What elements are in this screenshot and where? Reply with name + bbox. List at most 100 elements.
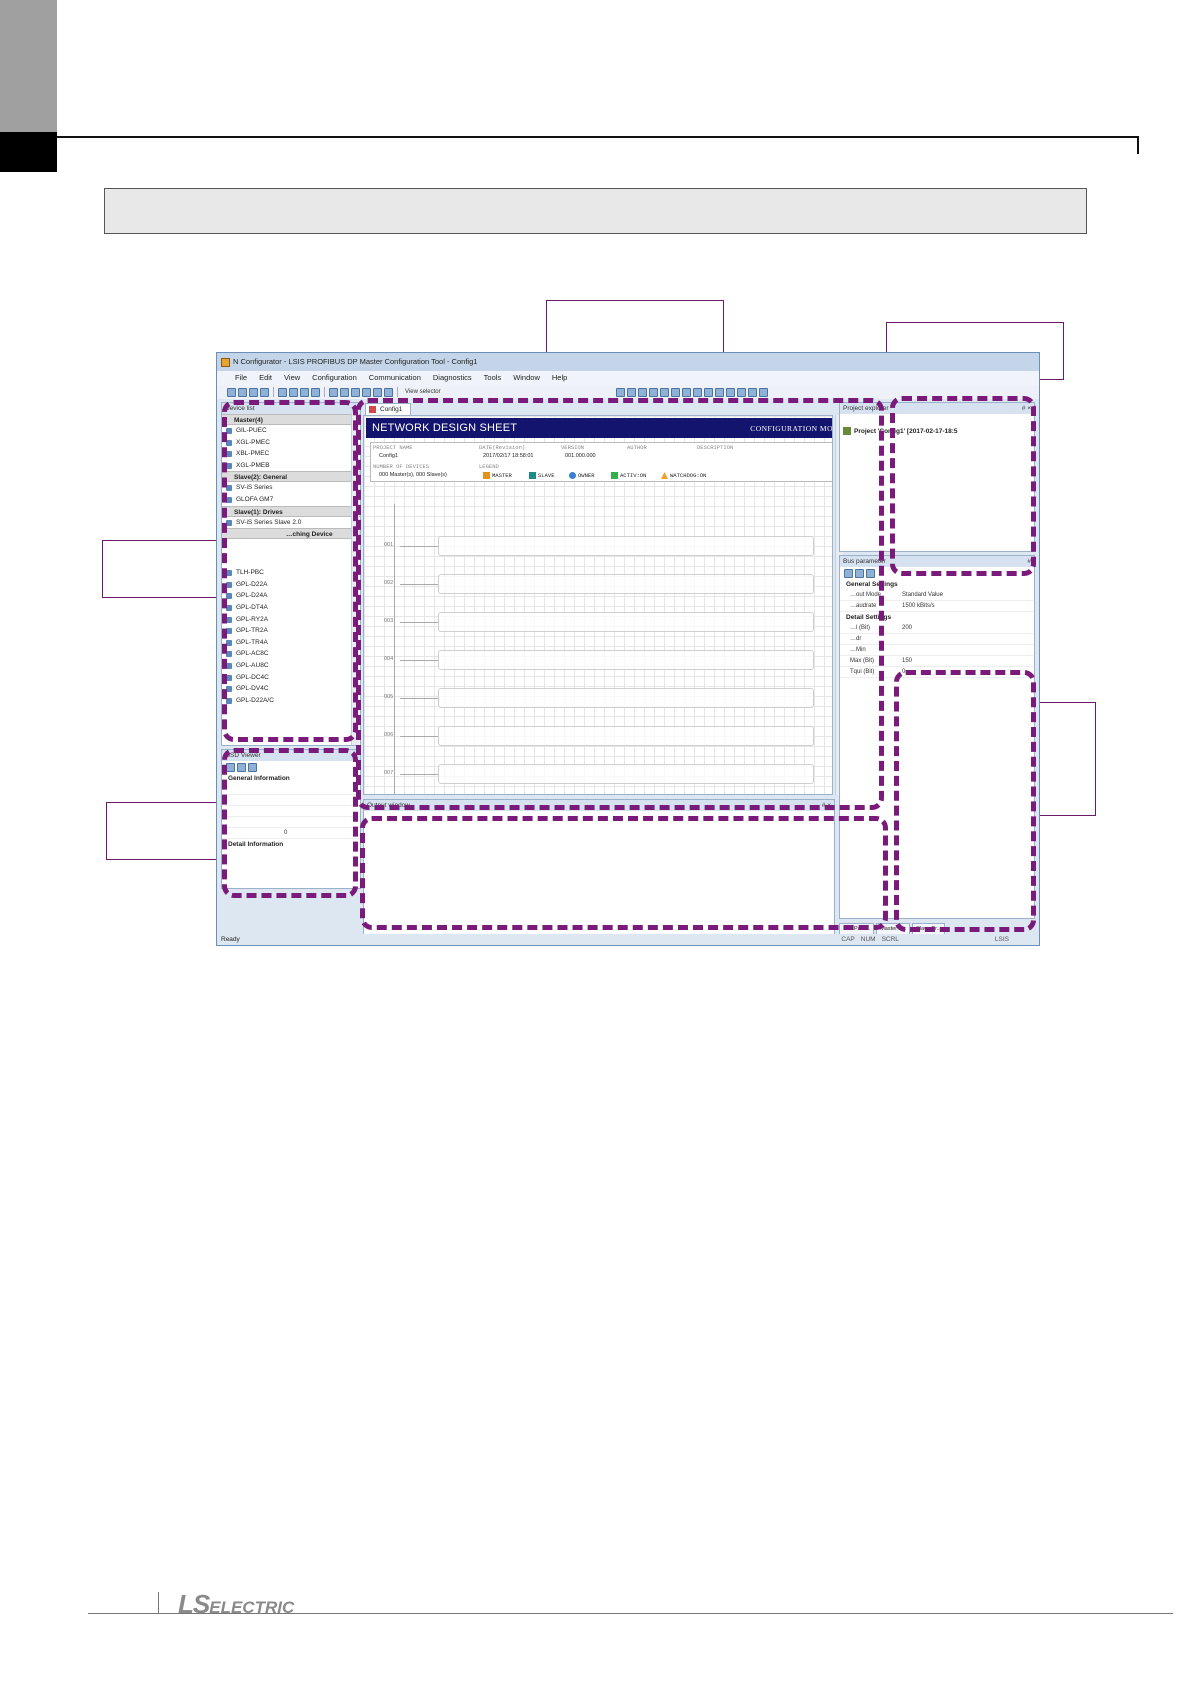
- gsd-detail-group[interactable]: Detail Information: [222, 839, 360, 850]
- menu-file[interactable]: File: [229, 371, 253, 385]
- properties-icon[interactable]: [248, 763, 257, 772]
- device-item[interactable]: XBL-PMEC: [222, 448, 360, 460]
- bus-general-group[interactable]: General Settings: [840, 579, 1034, 590]
- menu-tools[interactable]: Tools: [478, 371, 508, 385]
- toolbar-separator: [273, 387, 274, 397]
- exit-icon[interactable]: [758, 387, 768, 397]
- pin-icon[interactable]: # ×: [1022, 403, 1034, 414]
- view-selector-label[interactable]: View selector: [405, 389, 441, 395]
- upload-icon[interactable]: [648, 387, 658, 397]
- device-item[interactable]: GPL-D22A/C: [222, 695, 360, 707]
- open-icon[interactable]: [238, 387, 247, 397]
- row-number: 003: [384, 618, 394, 624]
- network-slot[interactable]: [438, 688, 814, 708]
- network-slot[interactable]: [438, 536, 814, 556]
- pin-icon[interactable]: #: [1027, 556, 1034, 567]
- save-icon[interactable]: [249, 387, 258, 397]
- device-item[interactable]: TLH-PBC: [222, 567, 360, 579]
- value-project-name: Config1: [379, 453, 398, 459]
- device-item[interactable]: GPL-AC8C: [222, 648, 360, 660]
- device-item[interactable]: GPL-TR4A: [222, 637, 360, 649]
- tab-config1[interactable]: Config1: [365, 403, 411, 415]
- network-slot[interactable]: [438, 650, 814, 670]
- device-item[interactable]: GPL-D24A: [222, 590, 360, 602]
- properties-icon[interactable]: [866, 569, 875, 578]
- output-window-header: Output window # ×: [364, 800, 834, 811]
- device-item[interactable]: GPL-DV4C: [222, 683, 360, 695]
- grid-icon[interactable]: [373, 387, 382, 397]
- sort-alpha-icon[interactable]: [237, 763, 246, 772]
- run-icon[interactable]: [692, 387, 702, 397]
- stop-icon[interactable]: [703, 387, 713, 397]
- network-slot[interactable]: [438, 764, 814, 784]
- print-icon[interactable]: [311, 387, 320, 397]
- menu-edit[interactable]: Edit: [253, 371, 278, 385]
- find-icon[interactable]: [351, 387, 360, 397]
- device-group-master[interactable]: Master(4): [222, 414, 360, 425]
- bus-param-row: Tqui (Bit) 0: [840, 667, 1034, 678]
- menu-communication[interactable]: Communication: [363, 371, 427, 385]
- project-explorer-header: Project explorer # ×: [840, 403, 1034, 414]
- sort-icon[interactable]: [226, 763, 235, 772]
- header-rule-tick: [1137, 136, 1139, 154]
- cut-icon[interactable]: [278, 387, 287, 397]
- bus-parameter-title: Bus parameter: [843, 558, 886, 565]
- pin-icon[interactable]: # ×: [822, 800, 834, 811]
- info-icon[interactable]: [725, 387, 735, 397]
- device-item[interactable]: GLOFA GM7: [222, 494, 360, 506]
- device-item[interactable]: GPL-TR2A: [222, 625, 360, 637]
- download-icon[interactable]: [637, 387, 647, 397]
- menu-configuration[interactable]: Configuration: [306, 371, 363, 385]
- undo-icon[interactable]: [329, 387, 338, 397]
- project-tree-item[interactable]: Project 'Config1' [2017-02-17-18:5: [840, 414, 1034, 435]
- legend-owner: OWNER: [569, 472, 595, 479]
- device-item[interactable]: GPL-DT4A: [222, 602, 360, 614]
- diagnose-icon[interactable]: [670, 387, 680, 397]
- menu-help[interactable]: Help: [546, 371, 573, 385]
- menu-diagnostics[interactable]: Diagnostics: [427, 371, 478, 385]
- menu-window[interactable]: Window: [507, 371, 546, 385]
- device-item[interactable]: GPL-D22A: [222, 579, 360, 591]
- close-icon[interactable]: ×: [353, 750, 360, 761]
- connect-icon[interactable]: [615, 387, 625, 397]
- monitor-icon[interactable]: [659, 387, 669, 397]
- menu-view[interactable]: View: [278, 371, 306, 385]
- label-legend: LEGEND: [479, 463, 499, 470]
- gsd-general-group[interactable]: General Information: [222, 773, 360, 784]
- paste-icon[interactable]: [300, 387, 309, 397]
- device-group-switching[interactable]: …ching Device: [222, 528, 360, 540]
- sort-icon[interactable]: [844, 569, 853, 578]
- bus-detail-group[interactable]: Detail Settings: [840, 612, 1034, 623]
- device-item[interactable]: XGL-PMEC: [222, 437, 360, 449]
- device-item[interactable]: SV-iS Series Slave 2.0: [222, 517, 360, 529]
- device-group-slave-general[interactable]: Slave(2): General: [222, 471, 360, 483]
- scan-icon[interactable]: [681, 387, 691, 397]
- watchdog-icon: [661, 472, 668, 479]
- redo-icon[interactable]: [340, 387, 349, 397]
- device-item[interactable]: GPL-RY2A: [222, 614, 360, 626]
- settings-icon[interactable]: [736, 387, 746, 397]
- device-item[interactable]: GIL-PUEC: [222, 425, 360, 437]
- copy-icon[interactable]: [289, 387, 298, 397]
- sort-alpha-icon[interactable]: [855, 569, 864, 578]
- device-item[interactable]: GPL-AU8C: [222, 660, 360, 672]
- sheet-info-table: PROJECT NAME DATE(Revision) VERSION AUTH…: [370, 442, 832, 482]
- activ-icon: [611, 472, 618, 479]
- help-icon[interactable]: [747, 387, 757, 397]
- device-item[interactable]: XGL-PMEB: [222, 460, 360, 472]
- device-item[interactable]: SV-iS Series: [222, 482, 360, 494]
- sheet-mode: CONFIGURATION MODE: [750, 423, 833, 433]
- disconnect-icon[interactable]: [626, 387, 636, 397]
- device-group-slave-drives[interactable]: Slave(1): Drives: [222, 505, 360, 517]
- network-slot[interactable]: [438, 574, 814, 594]
- zoom-icon[interactable]: [362, 387, 371, 397]
- device-list-scrollbar[interactable]: [351, 413, 359, 745]
- save-all-icon[interactable]: [260, 387, 269, 397]
- reset-icon[interactable]: [714, 387, 724, 397]
- row-number: 001: [384, 542, 394, 548]
- device-item[interactable]: GPL-DC4C: [222, 672, 360, 684]
- new-icon[interactable]: [227, 387, 236, 397]
- layout-icon[interactable]: [384, 387, 393, 397]
- network-slot[interactable]: [438, 726, 814, 746]
- network-slot[interactable]: [438, 612, 814, 632]
